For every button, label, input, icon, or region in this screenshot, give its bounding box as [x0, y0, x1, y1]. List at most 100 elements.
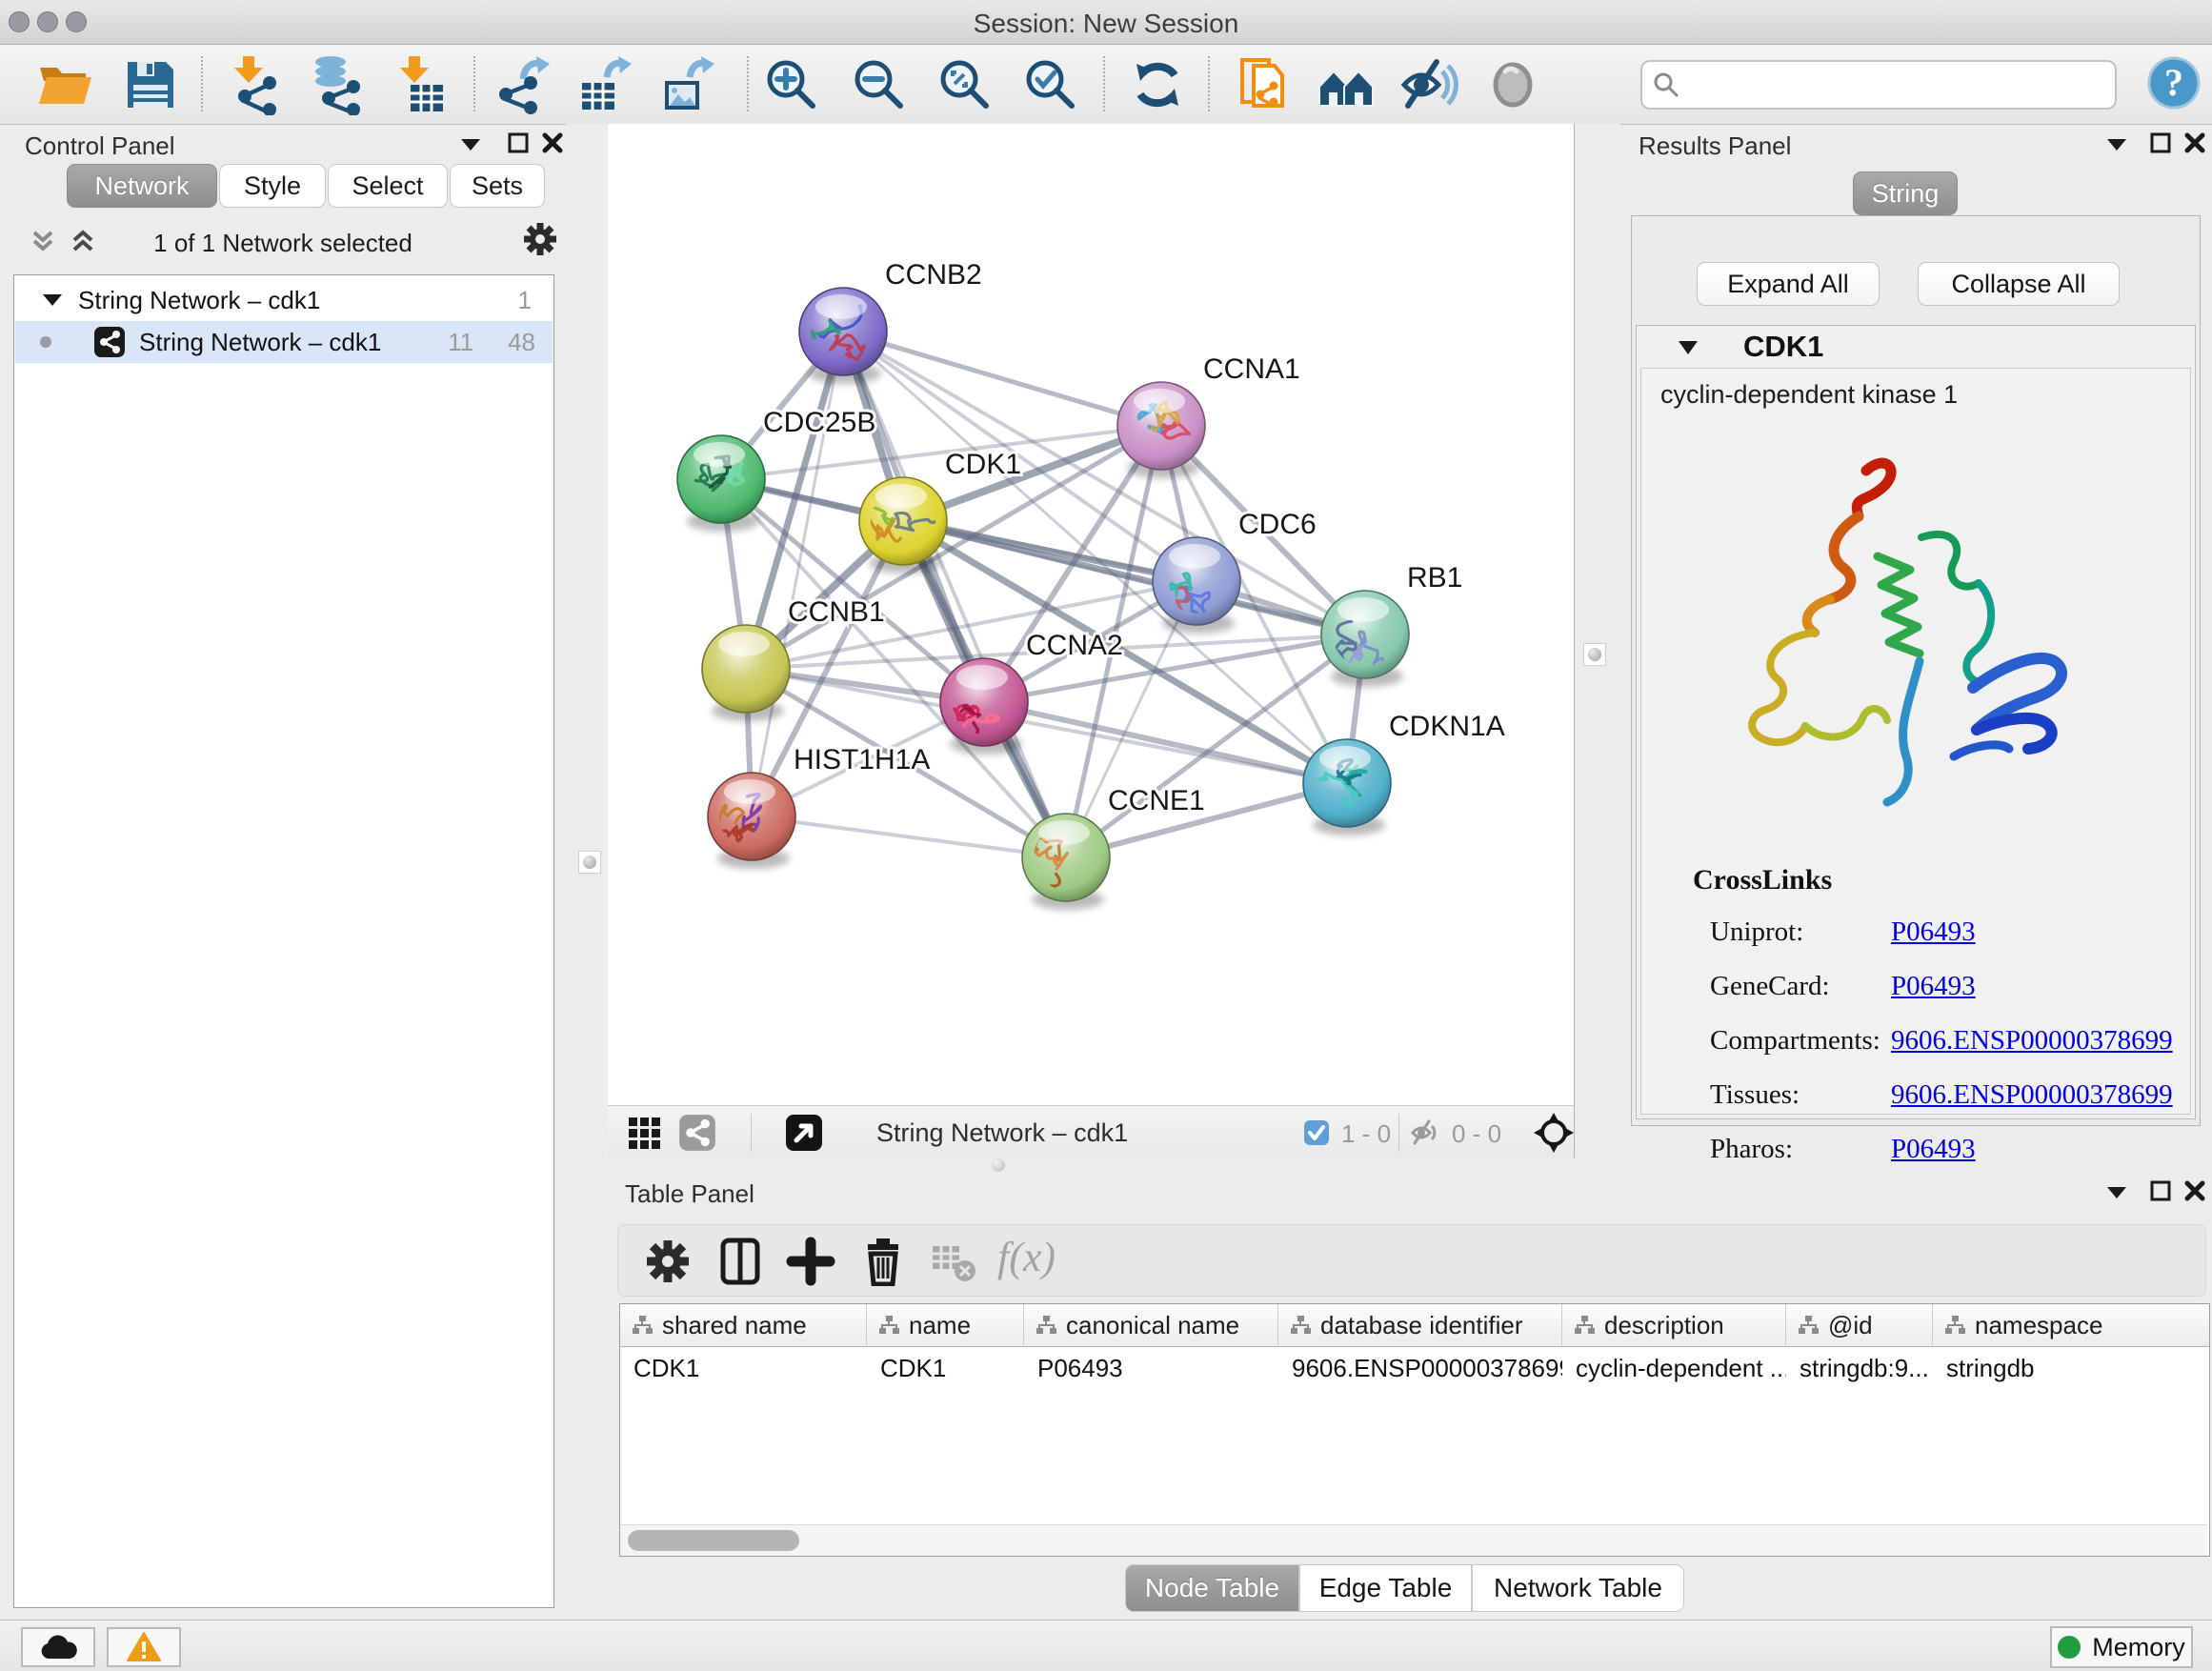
- cell-description[interactable]: cyclin-dependent ...: [1562, 1347, 1786, 1389]
- expand-all-button[interactable]: Expand All: [1697, 262, 1880, 306]
- birds-eye-view-icon[interactable]: [785, 1114, 823, 1155]
- save-session-button[interactable]: [120, 54, 181, 115]
- zoom-fit-button[interactable]: [935, 54, 995, 115]
- collection-expand-icon[interactable]: [42, 292, 63, 308]
- crosslink-value[interactable]: P06493: [1891, 916, 1976, 947]
- right-splitter[interactable]: [1574, 124, 1620, 1158]
- network-canvas[interactable]: CCNB2CCNA1CDC25BCDK1CDC6RB1CCNB1CCNA2HIS…: [608, 124, 1574, 1105]
- cell-id[interactable]: stringdb:9...: [1786, 1347, 1933, 1389]
- column-header[interactable]: @id: [1786, 1304, 1933, 1346]
- open-session-button[interactable]: [34, 54, 95, 115]
- import-network-from-file-button[interactable]: [228, 54, 289, 115]
- crosslink-value[interactable]: 9606.ENSP00000378699: [1891, 1079, 2173, 1110]
- collapse-all-button[interactable]: Collapse All: [1918, 262, 2120, 306]
- show-all-button[interactable]: [1482, 54, 1543, 115]
- table-row[interactable]: CDK1 CDK1 P06493 9606.ENSP00000378699 cy…: [620, 1347, 2209, 1389]
- collapse-panel-icon[interactable]: [459, 135, 482, 155]
- export-table-button[interactable]: [574, 54, 635, 115]
- network-view-mode-icon[interactable]: [678, 1114, 716, 1155]
- tab-network[interactable]: Network: [67, 164, 217, 208]
- zoom-out-button[interactable]: [849, 54, 910, 115]
- scrollbar-thumb[interactable]: [628, 1530, 799, 1551]
- column-header[interactable]: name: [867, 1304, 1024, 1346]
- add-column-icon[interactable]: [786, 1237, 835, 1286]
- float-panel-icon[interactable]: [2149, 1179, 2172, 1205]
- network-node[interactable]: CCNE1: [1021, 785, 1204, 926]
- collapse-panel-icon[interactable]: [2105, 135, 2128, 155]
- network-graph[interactable]: CCNB2CCNA1CDC25BCDK1CDC6RB1CCNB1CCNA2HIS…: [608, 124, 1574, 1105]
- collapse-panel-icon[interactable]: [2105, 1183, 2128, 1203]
- crosslink-value[interactable]: 9606.ENSP00000378699: [1891, 1025, 2173, 1056]
- hide-selected-button[interactable]: [1398, 54, 1459, 115]
- import-network-from-database-button[interactable]: [308, 54, 369, 115]
- selected-count-badge: 1 - 0: [1341, 1119, 1391, 1149]
- selected-checkbox-icon[interactable]: [1303, 1119, 1330, 1146]
- hidden-eye-icon[interactable]: [1410, 1117, 1440, 1148]
- horizontal-splitter-handle[interactable]: [992, 1158, 1005, 1172]
- column-header[interactable]: shared name: [620, 1304, 867, 1346]
- fit-selected-crosshair-icon[interactable]: [1534, 1113, 1574, 1156]
- tab-select[interactable]: Select: [328, 164, 448, 208]
- delete-table-icon[interactable]: [929, 1237, 978, 1286]
- crosslink-value[interactable]: P06493: [1891, 971, 1976, 1001]
- gene-name: CDK1: [1743, 330, 1823, 364]
- export-image-button[interactable]: [655, 54, 716, 115]
- table-gear-icon[interactable]: [643, 1237, 693, 1286]
- grid-view-icon[interactable]: [627, 1116, 663, 1155]
- crosslink-value[interactable]: P06493: [1891, 1134, 1976, 1164]
- table-horizontal-scrollbar[interactable]: [620, 1524, 2207, 1556]
- column-header[interactable]: database identifier: [1278, 1304, 1562, 1346]
- network-edge[interactable]: [752, 816, 1066, 857]
- network-node[interactable]: RB1: [1321, 562, 1462, 687]
- cell-canonical-name[interactable]: P06493: [1024, 1347, 1278, 1389]
- float-panel-icon[interactable]: [507, 131, 530, 157]
- help-button[interactable]: ?: [2143, 52, 2204, 113]
- tab-node-table[interactable]: Node Table: [1125, 1564, 1299, 1612]
- cell-shared-name[interactable]: CDK1: [620, 1347, 867, 1389]
- cell-name[interactable]: CDK1: [867, 1347, 1024, 1389]
- cloud-status-button[interactable]: [21, 1627, 95, 1667]
- tab-style[interactable]: Style: [219, 164, 326, 208]
- right-splitter-handle[interactable]: [1583, 643, 1606, 666]
- import-table-from-file-button[interactable]: [390, 54, 451, 115]
- cell-database-identifier[interactable]: 9606.ENSP00000378699: [1278, 1347, 1562, 1389]
- tab-edge-table[interactable]: Edge Table: [1299, 1564, 1472, 1612]
- zoom-in-button[interactable]: [761, 54, 822, 115]
- function-builder-icon[interactable]: f(x): [997, 1233, 1056, 1281]
- gene-collapse-icon[interactable]: [1677, 339, 1699, 356]
- network-node[interactable]: CCNA1: [1117, 353, 1300, 478]
- close-panel-icon[interactable]: [541, 131, 564, 157]
- export-network-button[interactable]: [494, 54, 555, 115]
- string-document-button[interactable]: [1235, 54, 1296, 115]
- left-splitter[interactable]: [566, 124, 609, 1158]
- show-columns-icon[interactable]: [715, 1237, 765, 1286]
- tab-sets[interactable]: Sets: [450, 164, 545, 208]
- horizontal-splitter[interactable]: [608, 1158, 1574, 1172]
- network-edge[interactable]: [984, 702, 1347, 783]
- warnings-button[interactable]: [107, 1627, 181, 1667]
- left-splitter-handle[interactable]: [578, 851, 601, 874]
- zoom-selected-button[interactable]: [1020, 54, 1081, 115]
- cell-namespace[interactable]: stringdb: [1933, 1347, 2205, 1389]
- search-input[interactable]: [1688, 66, 2101, 102]
- delete-column-trash-icon[interactable]: [858, 1237, 908, 1286]
- results-panel-title: Results Panel: [1639, 131, 1791, 161]
- column-header[interactable]: description: [1562, 1304, 1786, 1346]
- memory-button[interactable]: Memory: [2050, 1626, 2193, 1668]
- network-row-selected[interactable]: String Network – cdk1 11 48: [15, 321, 553, 363]
- close-panel-icon[interactable]: [2183, 1179, 2206, 1205]
- column-header[interactable]: namespace: [1933, 1304, 2205, 1346]
- network-node[interactable]: HIST1H1A: [700, 744, 930, 869]
- column-header[interactable]: canonical name: [1024, 1304, 1278, 1346]
- network-collection-row[interactable]: String Network – cdk1 1: [15, 279, 549, 321]
- refresh-view-button[interactable]: [1127, 54, 1188, 115]
- tab-network-table[interactable]: Network Table: [1472, 1564, 1684, 1612]
- network-node[interactable]: CDKN1A: [1303, 711, 1505, 836]
- network-options-gear-icon[interactable]: [522, 221, 558, 260]
- tab-string[interactable]: String: [1853, 171, 1958, 215]
- network-node[interactable]: CDC25B: [677, 407, 875, 532]
- float-panel-icon[interactable]: [2149, 131, 2172, 157]
- home-button[interactable]: [1316, 54, 1377, 115]
- close-panel-icon[interactable]: [2183, 131, 2206, 157]
- network-edge[interactable]: [843, 332, 1161, 426]
